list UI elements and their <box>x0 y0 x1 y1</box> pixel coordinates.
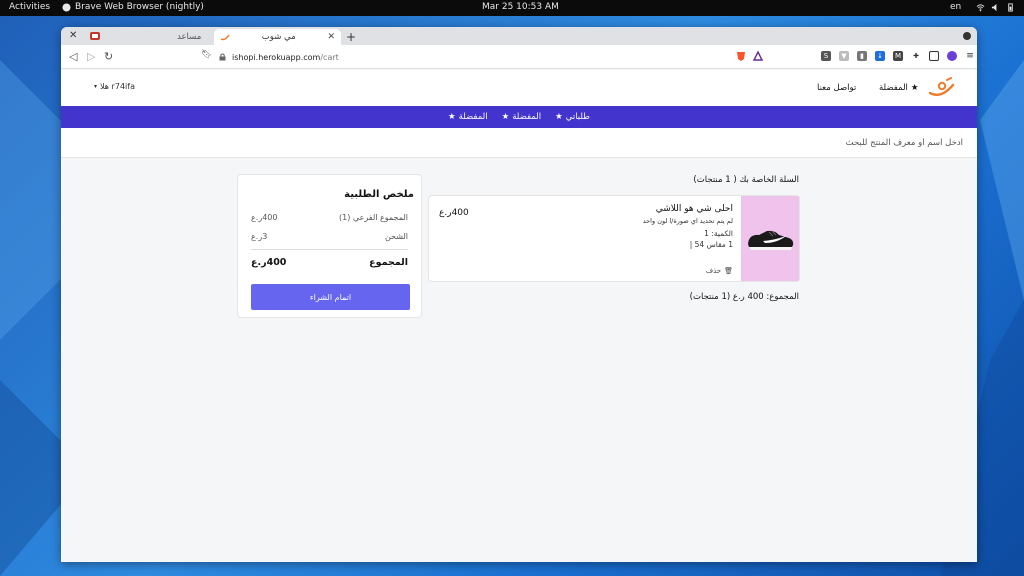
summary-subtotal-row: المجموع الفرعي (1) 400ر.ع <box>251 213 408 222</box>
header-favorites-label: المفضلة <box>879 83 908 93</box>
extensions-puzzle-icon[interactable]: ✚ <box>911 51 921 61</box>
shipping-value: 3ر.ع <box>251 232 268 241</box>
extension-m-icon[interactable]: M <box>893 51 903 61</box>
summary-divider <box>251 249 408 250</box>
user-greeting: هلا r74ifa <box>100 82 135 91</box>
star-icon: ★ <box>448 112 456 122</box>
product-image[interactable] <box>741 196 799 281</box>
delete-label: حذف <box>705 267 722 275</box>
summary-shipping-row: الشحن 3ر.ع <box>251 232 408 241</box>
battery-icon <box>1008 3 1013 12</box>
wallet-icon[interactable] <box>929 51 939 61</box>
url-path: /cart <box>320 52 339 62</box>
extension-s-icon[interactable]: S <box>821 51 831 61</box>
back-icon[interactable]: ◁ <box>69 50 77 63</box>
trash-icon: 🗑︎ <box>724 267 733 275</box>
window-close-icon[interactable]: ✕ <box>69 30 77 41</box>
product-quantity: الكمية: 1 <box>704 229 733 238</box>
star-icon: ★ <box>910 83 919 93</box>
search-input[interactable]: ادخل اسم او معرف المنتج للبحث <box>846 138 963 148</box>
language-indicator[interactable]: en <box>950 2 961 12</box>
product-name[interactable]: احلى شي هو اللاشي <box>656 204 733 214</box>
brave-shields-icon[interactable] <box>736 51 746 62</box>
order-summary: ملخص الطلبية المجموع الفرعي (1) 400ر.ع ا… <box>237 174 422 318</box>
product-price: 400ر.ع <box>439 208 469 218</box>
extension-download-icon[interactable]: ↓ <box>875 51 885 61</box>
total-label: المجموع <box>369 257 408 268</box>
cart-item: احلى شي هو اللاشي لم يتم تحديد اي صورة/ا… <box>428 195 800 282</box>
brave-rewards-icon[interactable] <box>753 51 763 61</box>
site-header: المفضلة ★ تواصل معنا ▾ هلا r74ifa <box>61 70 977 106</box>
shipping-label: الشحن <box>384 232 408 241</box>
product-note: لم يتم تحديد اي صورة/ا لون واحد <box>642 217 733 225</box>
lock-icon <box>219 53 226 61</box>
subtotal-label: المجموع الفرعي (1) <box>339 213 408 222</box>
forward-icon[interactable]: ▷ <box>87 50 95 63</box>
search-bar: ادخل اسم او معرف المنتج للبحث <box>61 128 977 158</box>
extension-bar-icon[interactable]: ▮ <box>857 51 867 61</box>
nav-item-favorites[interactable]: ★ المفضلة <box>502 112 542 122</box>
category-navbar: ★ المفضلة ★ المفضلة ★ طلباتي <box>61 106 977 128</box>
tab-assistant[interactable]: مساعد <box>171 29 213 45</box>
nav-item-label: طلباتي <box>565 112 590 122</box>
nav-item-favorites-2[interactable]: ★ المفضلة <box>448 112 488 122</box>
browser-window: ✕ مساعد مي شوب ✕ + ◁ ▷ ↻ 🔖︎ ishopi.herok… <box>61 27 977 562</box>
star-icon: ★ <box>555 112 563 122</box>
total-value: 400ر.ع <box>251 257 287 268</box>
brave-icon <box>62 3 71 11</box>
nav-item-label: المفضلة <box>458 112 488 122</box>
tab-label: مي شوب <box>261 32 296 42</box>
reload-icon[interactable]: ↻ <box>104 50 113 63</box>
bookmark-icon[interactable]: 🔖︎ <box>201 50 212 60</box>
nav-item-orders[interactable]: ★ طلباتي <box>555 112 590 122</box>
site-logo[interactable] <box>927 77 957 99</box>
new-tab-icon[interactable]: + <box>346 30 356 44</box>
header-favorites-link[interactable]: المفضلة ★ <box>879 83 919 93</box>
star-icon: ★ <box>501 112 510 122</box>
web-page: المفضلة ★ تواصل معنا ▾ هلا r74ifa ★ المف… <box>61 70 977 562</box>
browser-toolbar: ◁ ▷ ↻ 🔖︎ ishopi.herokuapp.com/cart S ▼ ▮… <box>61 45 977 69</box>
sneaker-image <box>748 230 794 250</box>
cart-total: المجموع: 400 ر.ع (1 منتجات) <box>689 292 799 302</box>
cart-title: السلة الخاصة بك ( 1 منتجات) <box>693 175 799 185</box>
extension-v-icon[interactable]: ▼ <box>839 51 849 61</box>
profile-avatar[interactable] <box>947 51 957 61</box>
delete-button[interactable]: 🗑︎ حذف <box>706 267 733 275</box>
chevron-down-icon: ▾ <box>94 83 98 90</box>
tab-myshop[interactable]: مي شوب ✕ <box>214 29 341 45</box>
extension-icons: S ▼ ▮ ↓ M ✚ ≡ <box>821 51 975 61</box>
summary-total-row: المجموع 400ر.ع <box>251 257 408 268</box>
system-tray[interactable] <box>976 3 1015 12</box>
tab-label: مساعد <box>177 32 202 42</box>
volume-icon <box>991 3 997 12</box>
clock[interactable]: Mar 25 10:53 AM <box>482 2 559 12</box>
url-domain: ishopi.herokuapp.com <box>232 52 321 62</box>
activities-button[interactable]: Activities <box>9 2 50 12</box>
user-menu[interactable]: ▾ هلا r74ifa <box>94 82 135 91</box>
summary-title: ملخص الطلبية <box>344 189 414 200</box>
address-bar[interactable]: ishopi.herokuapp.com/cart <box>219 48 789 66</box>
header-contact-link[interactable]: تواصل معنا <box>817 83 856 93</box>
product-size: 1 مقاس 54 | <box>689 240 733 249</box>
tab-close-icon[interactable]: ✕ <box>327 32 335 42</box>
app-menu[interactable]: Brave Web Browser (nightly) <box>62 2 204 12</box>
pinned-tab-icon[interactable] <box>89 31 101 41</box>
site-favicon-icon <box>220 34 230 41</box>
system-topbar: Activities Brave Web Browser (nightly) M… <box>0 0 1024 16</box>
window-menu-icon[interactable] <box>963 32 971 40</box>
nav-item-label: المفضلة <box>512 112 542 122</box>
checkout-button[interactable]: اتمام الشراء <box>251 284 410 310</box>
app-name: Brave Web Browser (nightly) <box>75 2 204 12</box>
subtotal-value: 400ر.ع <box>251 213 278 222</box>
tab-strip: ✕ مساعد مي شوب ✕ + <box>61 27 977 45</box>
browser-menu-icon[interactable]: ≡ <box>965 51 975 61</box>
wifi-icon <box>976 4 985 12</box>
